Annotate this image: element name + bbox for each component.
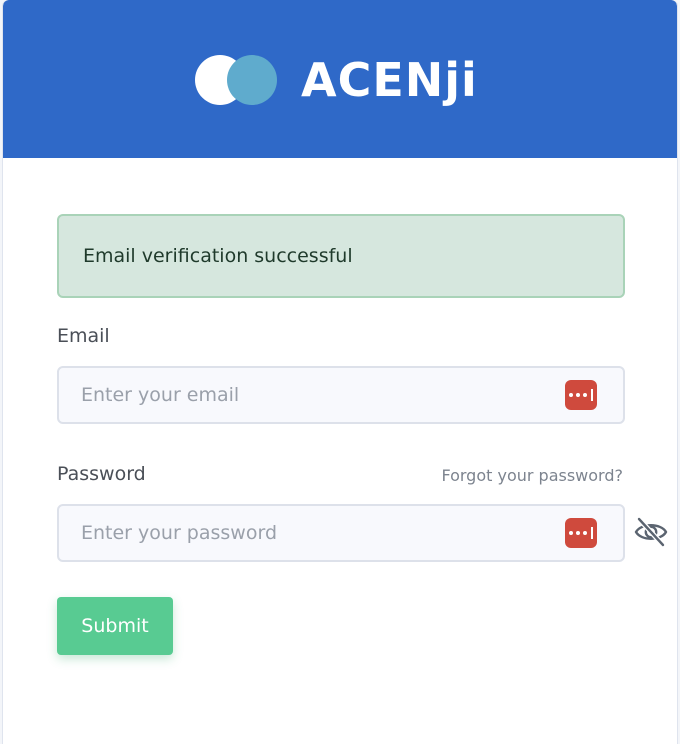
submit-button[interactable]: Submit	[57, 597, 173, 655]
eye-slash-icon[interactable]	[633, 514, 669, 550]
login-card: ACENji Email verification successful Ema…	[2, 0, 678, 744]
email-field-container	[57, 366, 625, 424]
password-label: Password	[57, 463, 146, 485]
success-alert: Email verification successful	[57, 214, 625, 298]
password-manager-icon[interactable]	[565, 518, 597, 548]
brand-header: ACENji	[3, 0, 677, 158]
logo-mark-icon	[195, 52, 279, 108]
logo-circle-right	[227, 55, 277, 105]
password-input[interactable]	[59, 506, 571, 560]
forgot-password-link[interactable]: Forgot your password?	[441, 466, 623, 485]
email-input[interactable]	[59, 368, 571, 422]
password-field-container	[57, 504, 625, 562]
brand-name: ACENji	[301, 53, 478, 107]
brand-logo: ACENji	[195, 52, 478, 108]
email-label: Email	[57, 325, 110, 347]
password-manager-icon[interactable]	[565, 380, 597, 410]
